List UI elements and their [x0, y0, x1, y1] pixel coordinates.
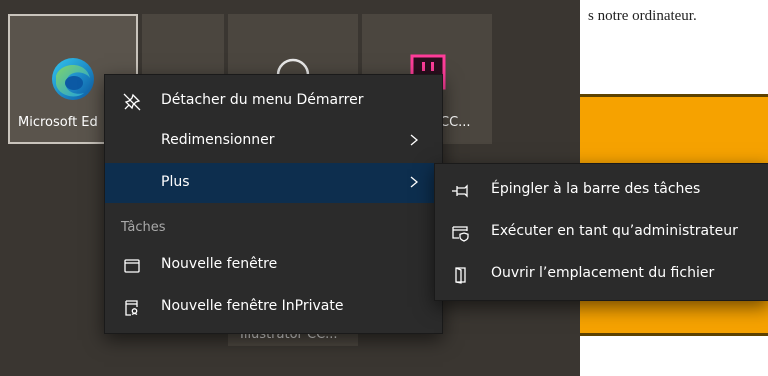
menu-item-resize[interactable]: Redimensionner — [105, 121, 442, 161]
menu-item-label: Nouvelle fenêtre — [161, 256, 278, 272]
submenu-item-label: Exécuter en tant qu’administrateur — [491, 223, 738, 239]
inprivate-window-icon — [123, 299, 141, 317]
menu-item-label: Nouvelle fenêtre InPrivate — [161, 298, 344, 314]
document-text: s notre ordinateur. — [588, 8, 697, 24]
edge-logo-icon — [50, 56, 96, 102]
tile-label-edge: Microsoft Ed — [18, 115, 98, 130]
open-location-icon — [451, 266, 471, 284]
menu-item-unpin-from-start[interactable]: Détacher du menu Démarrer — [105, 81, 442, 121]
window-icon — [123, 257, 141, 275]
submenu-item-pin-to-taskbar[interactable]: Épingler à la barre des tâches — [435, 170, 768, 210]
run-admin-icon — [451, 224, 471, 242]
menu-item-new-window[interactable]: Nouvelle fenêtre — [105, 245, 442, 285]
unpin-icon — [123, 93, 141, 111]
chevron-right-icon — [408, 176, 420, 188]
menu-item-label: Redimensionner — [161, 132, 275, 148]
start-tile-context-menu: Détacher du menu Démarrer Redimensionner… — [104, 74, 443, 334]
section-title-tasks: Tâches — [121, 220, 166, 235]
submenu-item-label: Épingler à la barre des tâches — [491, 181, 701, 197]
menu-item-label: Détacher du menu Démarrer — [161, 92, 364, 108]
pin-taskbar-icon — [451, 182, 471, 200]
more-submenu: Épingler à la barre des tâches Exécuter … — [434, 163, 768, 301]
submenu-item-open-file-location[interactable]: Ouvrir l’emplacement du fichier — [435, 254, 768, 294]
tile-label-cc: CC... — [440, 115, 471, 130]
menu-item-label: Plus — [161, 174, 190, 190]
menu-item-new-inprivate-window[interactable]: Nouvelle fenêtre InPrivate — [105, 287, 442, 327]
submenu-item-run-as-admin[interactable]: Exécuter en tant qu’administrateur — [435, 212, 768, 252]
menu-item-more[interactable]: Plus — [105, 163, 442, 203]
chevron-right-icon — [408, 134, 420, 146]
submenu-item-label: Ouvrir l’emplacement du fichier — [491, 265, 715, 281]
